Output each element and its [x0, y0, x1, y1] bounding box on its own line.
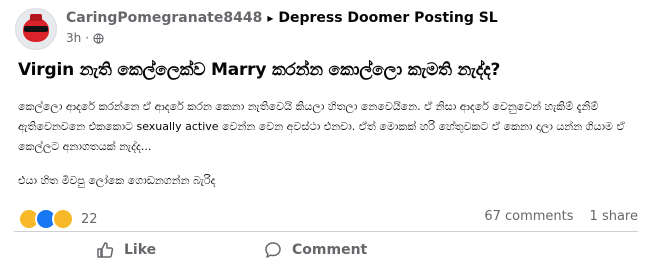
shares-count[interactable]: 1 share — [590, 209, 638, 224]
post-stats: 67 comments 1 share — [484, 209, 638, 224]
divider — [14, 231, 638, 232]
pomegranate-crown — [30, 14, 42, 21]
reaction-count: 22 — [81, 211, 98, 227]
arrow-right-icon: ▸ — [267, 11, 274, 25]
dot-separator: · — [85, 31, 90, 45]
like-button[interactable]: Like — [96, 238, 156, 262]
globe-icon — [93, 32, 104, 44]
post-paragraph-1: කෙල්ලො ආදරේ කරන්නෙ ඒ ආදරේ කරන කෙනා නැතිව… — [18, 100, 625, 153]
post-subline: 3h · — [66, 30, 498, 46]
post-title: Virgin නැති කෙල්ලෙක්ව Marry කරන්න කොල්ලො… — [18, 60, 501, 80]
comment-icon — [265, 242, 281, 258]
comments-count[interactable]: 67 comments — [484, 209, 573, 224]
sad-icon — [52, 208, 74, 230]
post-body: කෙල්ලො ආදරේ කරන්නෙ ඒ ආදරේ කරන කෙනා නැතිව… — [18, 97, 628, 191]
author-name[interactable]: CaringPomegranate8448 — [66, 9, 262, 27]
comment-button[interactable]: Comment — [264, 238, 367, 262]
author-line: CaringPomegranate8448 ▸ Depress Doomer P… — [66, 9, 498, 27]
group-name[interactable]: Depress Doomer Posting SL — [278, 9, 497, 27]
like-label: Like — [124, 242, 157, 258]
post-meta: CaringPomegranate8448 ▸ Depress Doomer P… — [66, 9, 498, 50]
post-time[interactable]: 3h — [66, 30, 81, 46]
post-paragraph-2: එයා හිත මිවපු ලෝකෙ ගොඩනගන්න බැරිද — [18, 174, 216, 187]
reaction-summary[interactable]: 22 — [18, 208, 98, 230]
sunglasses-icon — [24, 26, 48, 32]
thumbs-up-icon — [97, 242, 114, 258]
comment-label: Comment — [292, 242, 368, 258]
post-header: CaringPomegranate8448 ▸ Depress Doomer P… — [15, 8, 498, 50]
avatar[interactable] — [15, 8, 57, 50]
